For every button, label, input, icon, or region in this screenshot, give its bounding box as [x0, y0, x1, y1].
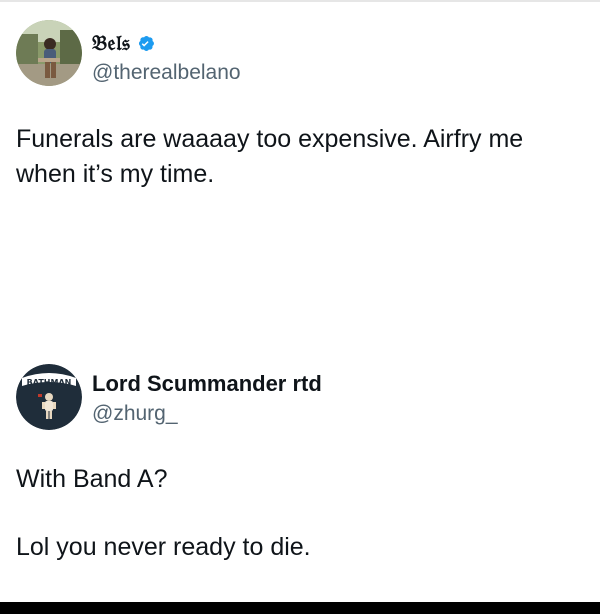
- name-row: Lord Scummander rtd: [92, 371, 322, 397]
- tweet-author: BATHMAN Lord Scummander rtd @zhurg_: [0, 362, 600, 430]
- tweet-text: With Band A? Lol you never ready to die.: [16, 462, 576, 565]
- top-divider: [0, 0, 600, 2]
- tweet-text: Funerals are waaaay too expensive. Airfr…: [16, 122, 576, 192]
- tweet-author: 𝔅𝔢𝔩𝔰 @therealbelano: [0, 20, 600, 88]
- profile-photo-icon: [16, 20, 82, 86]
- tweet-text-line: Funerals are waaaay too expensive. Airfr…: [16, 125, 524, 153]
- name-row: 𝔅𝔢𝔩𝔰: [92, 30, 157, 56]
- tweet-text-paragraph: With Band A?: [16, 465, 168, 493]
- handle[interactable]: @zhurg_: [92, 401, 178, 427]
- tweet[interactable]: 𝔅𝔢𝔩𝔰 @therealbelano Funerals are waaaay …: [0, 20, 600, 188]
- avatar[interactable]: BATHMAN: [16, 364, 82, 430]
- page: 𝔅𝔢𝔩𝔰 @therealbelano Funerals are waaaay …: [0, 0, 600, 614]
- tweet-text-line: when it’s my time.: [16, 160, 215, 188]
- tweet[interactable]: BATHMAN Lord Scummander rtd @zhurg_ With…: [0, 362, 600, 561]
- tweet-text-paragraph: Lol you never ready to die.: [16, 533, 311, 561]
- display-name[interactable]: Lord Scummander rtd: [92, 371, 322, 397]
- bottom-bar: [0, 602, 600, 614]
- verified-badge-icon: [139, 35, 155, 51]
- handle[interactable]: @therealbelano: [92, 60, 241, 86]
- avatar[interactable]: [16, 20, 82, 86]
- batman-logo-icon: BATHMAN: [16, 364, 82, 430]
- display-name[interactable]: 𝔅𝔢𝔩𝔰: [92, 30, 130, 56]
- avatar-logo-text: BATHMAN: [27, 378, 72, 387]
